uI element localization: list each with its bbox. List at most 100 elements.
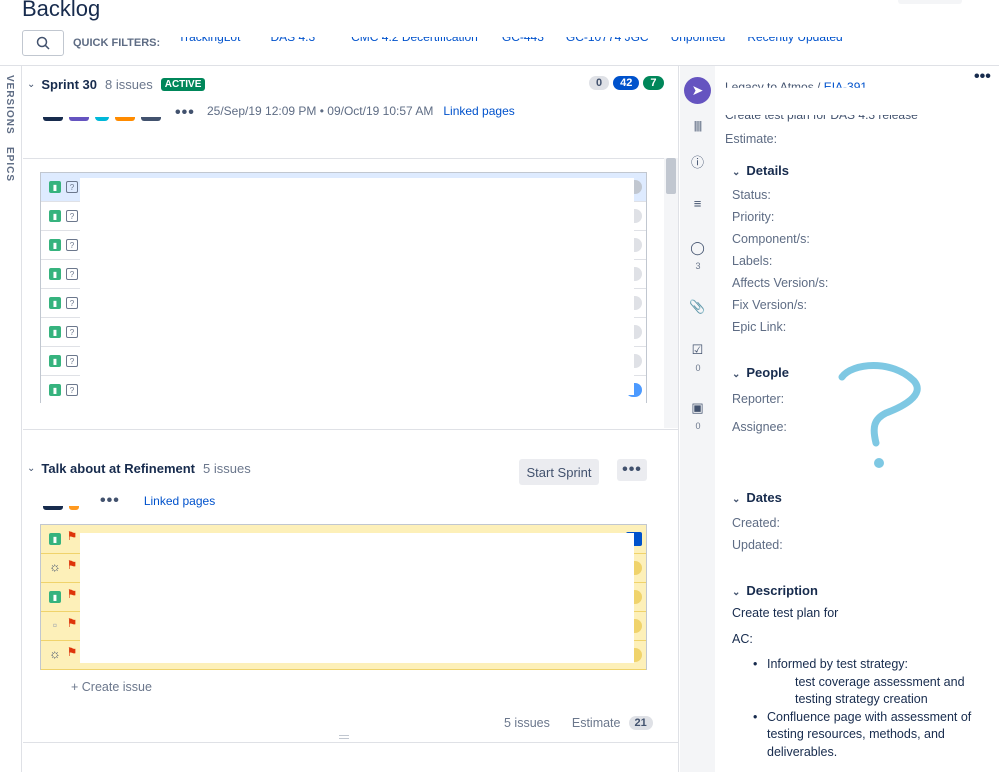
tab-epics[interactable]: EPICS: [4, 147, 15, 182]
footer-estimate-value: 21: [628, 716, 653, 730]
chevron-down-icon[interactable]: ⌄: [27, 79, 35, 90]
priority-icon: ?: [66, 210, 78, 222]
sprint-header[interactable]: ⌄ Talk about at Refinement 5 issues: [27, 461, 251, 476]
redacted-area: [80, 533, 634, 663]
filter-bar: QUICK FILTERS: TrackingLot DAS 4.3 CMC 4…: [22, 30, 843, 56]
scrollbar[interactable]: [664, 158, 678, 428]
priority-icon: ?: [66, 355, 78, 367]
sprint-meta: •••: [175, 104, 195, 122]
updated-label: Updated:: [732, 538, 783, 552]
story-icon: ▮: [49, 355, 61, 367]
search-icon: [36, 36, 50, 50]
linked-pages-link[interactable]: Linked pages: [443, 104, 514, 118]
story-icon: ▮: [49, 326, 61, 338]
tab-versions[interactable]: VERSIONS: [4, 75, 15, 135]
avatar[interactable]: [141, 117, 161, 121]
details-section-header[interactable]: ⌄ Details: [732, 163, 789, 178]
chevron-down-icon: ⌄: [732, 369, 741, 380]
quick-filter[interactable]: CMC 4.2 Decertification: [351, 37, 478, 44]
more-options-icon[interactable]: •••: [974, 68, 991, 86]
priority-icon: ?: [66, 384, 78, 396]
linked-pages-link[interactable]: Linked pages: [144, 494, 215, 508]
search-input[interactable]: [22, 30, 64, 56]
section-divider: [23, 742, 679, 743]
quick-filter[interactable]: Recently Updated: [747, 37, 842, 44]
subtask-icon[interactable]: ☑: [689, 342, 706, 359]
link-icon[interactable]: ▣: [689, 400, 706, 417]
epic-link-label: Epic Link:: [732, 320, 787, 334]
todo-count: 0: [589, 76, 610, 90]
estimate-label: Estimate:: [725, 132, 778, 146]
labels-label: Labels:: [732, 254, 773, 268]
description-section-header[interactable]: ⌄ Description: [732, 583, 818, 598]
bullet-icon: •: [753, 657, 758, 671]
sprint-dates-row: 25/Sep/19 12:09 PM • 09/Oct/19 10:57 AM …: [207, 104, 515, 118]
avatar[interactable]: [69, 506, 79, 510]
more-options-icon[interactable]: •••: [175, 104, 195, 122]
breadcrumb-issue-key[interactable]: EIA-391: [824, 80, 867, 88]
more-options-icon[interactable]: •••: [100, 492, 120, 510]
start-sprint-button[interactable]: Start Sprint: [519, 459, 599, 485]
quick-filter[interactable]: Unpointed: [671, 37, 726, 44]
create-issue-link[interactable]: + Create issue: [71, 680, 152, 694]
status-label: Status:: [732, 188, 771, 202]
attachment-icon[interactable]: 📎: [689, 299, 706, 316]
sprint-footer: 5 issues Estimate 21: [504, 716, 653, 730]
breadcrumb-project[interactable]: Legacy to Atmos /: [725, 80, 824, 88]
priority-icon: ?: [66, 297, 78, 309]
story-icon: ▮: [49, 181, 61, 193]
quick-filter[interactable]: GC-443: [502, 37, 544, 44]
sprint-avatars: [43, 506, 79, 510]
sprint-name: Sprint 30: [41, 77, 98, 92]
flag-icon: ⚑: [66, 645, 78, 659]
list-item: • Informed by test strategy: test coverage…: [753, 657, 965, 706]
section-divider: [23, 158, 679, 159]
scrollbar-thumb[interactable]: [666, 158, 676, 194]
info-icon[interactable]: ⓘ: [689, 152, 706, 170]
improvement-icon: ☼: [49, 645, 61, 661]
backlog-main: ⌄ Sprint 30 8 issues ACTIVE 0 42 7 ••• 2…: [23, 66, 679, 772]
in-progress-count: 42: [613, 76, 640, 90]
story-icon: ▮: [49, 591, 61, 603]
improvement-icon: ☼: [49, 558, 61, 574]
quick-filter[interactable]: TrackingLot: [178, 37, 240, 44]
more-options-button[interactable]: •••: [617, 459, 647, 481]
sprint-header[interactable]: ⌄ Sprint 30 8 issues ACTIVE: [27, 77, 206, 92]
avatar[interactable]: [95, 117, 109, 121]
avatar[interactable]: [115, 117, 135, 121]
issue-summary[interactable]: Create test plan for DAS 4.3 release: [725, 115, 918, 122]
created-label: Created:: [732, 516, 780, 530]
page-title: Backlog: [22, 0, 101, 21]
resize-handle[interactable]: [339, 735, 349, 739]
side-tabs: VERSIONS EPICS: [0, 66, 22, 772]
chevron-down-icon: ⌄: [732, 494, 741, 505]
quick-filter[interactable]: GC-10774 JGC: [566, 37, 649, 44]
sprint-name: Talk about at Refinement: [41, 461, 196, 476]
story-icon: ▮: [49, 268, 61, 280]
detail-rail: |||| ⓘ ≡ ◯ 3 📎 ☑ 0 ▣ 0: [680, 66, 715, 772]
drag-handle-icon[interactable]: ||||: [689, 120, 706, 137]
avatar[interactable]: [43, 506, 63, 510]
quick-filters-label: QUICK FILTERS:: [73, 37, 161, 49]
chevron-down-icon[interactable]: ⌄: [27, 463, 35, 474]
project-avatar-rocket-icon[interactable]: ➤: [684, 77, 711, 104]
priority-icon: ?: [66, 239, 78, 251]
people-section-header[interactable]: ⌄ People: [732, 365, 789, 380]
comment-icon[interactable]: ◯: [689, 240, 706, 257]
subtasks-count: 0: [695, 363, 701, 373]
flag-icon: ⚑: [66, 587, 78, 601]
story-icon: ▮: [49, 210, 61, 222]
description-icon[interactable]: ≡: [689, 196, 706, 213]
breadcrumb: Legacy to Atmos / EIA-391: [725, 80, 867, 88]
avatar[interactable]: [69, 117, 89, 121]
footer-issue-count: 5 issues: [504, 716, 550, 730]
task-icon: ▫: [52, 618, 58, 632]
priority-icon: ?: [66, 268, 78, 280]
status-badge: ACTIVE: [160, 78, 206, 91]
sprint-issue-count: 5 issues: [203, 461, 251, 476]
footer-estimate-label: Estimate: [571, 716, 621, 730]
header-action-button[interactable]: [898, 0, 962, 4]
avatar[interactable]: [43, 117, 63, 121]
dates-section-header[interactable]: ⌄ Dates: [732, 490, 782, 505]
quick-filter[interactable]: DAS 4.3: [270, 37, 315, 44]
